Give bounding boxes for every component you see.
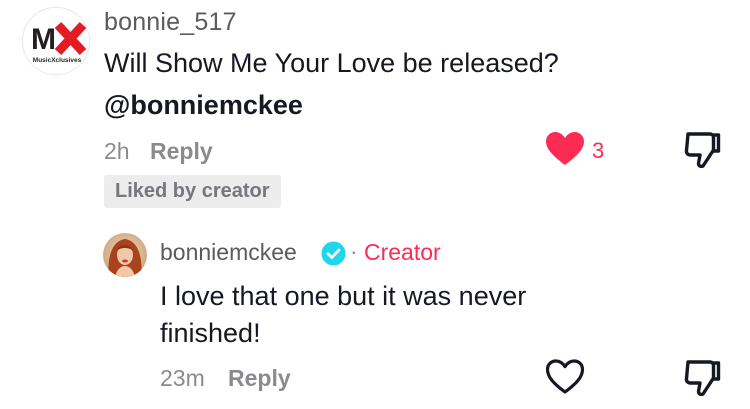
comment-reply-button[interactable]: Reply xyxy=(150,138,213,165)
reply-timestamp: 23m xyxy=(160,365,205,391)
dislike-icon[interactable] xyxy=(683,130,721,170)
creator-label: Creator xyxy=(364,239,441,265)
reply-text-line1: I love that one but it was never xyxy=(160,281,527,311)
comment-text: Will Show Me Your Love be released? xyxy=(104,48,559,78)
verified-badge-icon xyxy=(321,241,346,266)
avatar-bonniemckee[interactable] xyxy=(103,233,147,277)
reply-username[interactable]: bonniemckee xyxy=(160,239,297,266)
reply-reply-button[interactable]: Reply xyxy=(228,365,291,392)
musicxclusives-logo: M MusicXclusives xyxy=(23,8,89,74)
dislike-icon[interactable] xyxy=(683,358,721,398)
liked-by-creator-badge: Liked by creator xyxy=(104,175,281,208)
liked-badge-label: Liked by creator xyxy=(115,180,270,202)
reply-text-line2: finished! xyxy=(160,318,261,348)
avatar-bonnie-517[interactable]: M MusicXclusives xyxy=(22,7,90,75)
separator-dot: · xyxy=(350,238,358,264)
heart-outline-icon[interactable] xyxy=(545,358,585,396)
comment-timestamp: 2h xyxy=(104,138,130,164)
comment-mention[interactable]: @bonniemckee xyxy=(104,90,303,121)
svg-text:MusicXclusives: MusicXclusives xyxy=(33,57,82,64)
heart-filled-icon[interactable] xyxy=(545,131,585,167)
like-count: 3 xyxy=(592,138,605,163)
comment-username[interactable]: bonnie_517 xyxy=(104,8,237,37)
svg-text:M: M xyxy=(31,23,56,56)
